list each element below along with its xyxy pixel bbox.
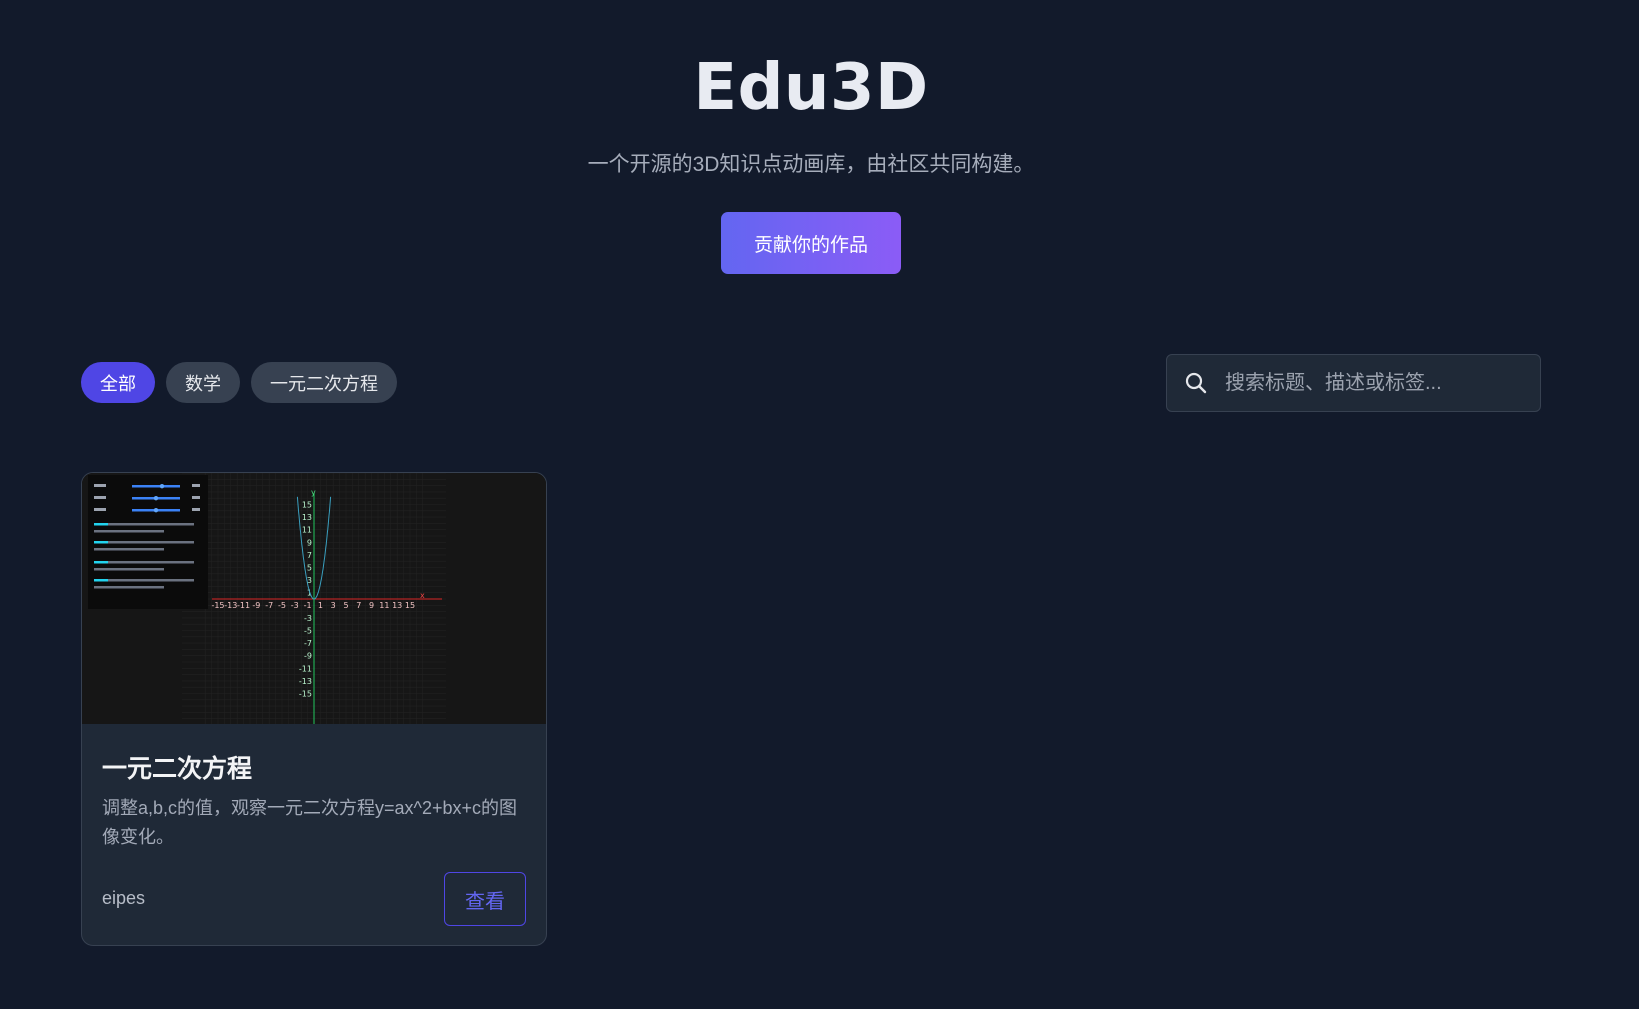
filter-chip-quadratic[interactable]: 一元二次方程 (251, 362, 397, 403)
x-tick-label: -3 (291, 601, 299, 610)
card-description: 调整a,b,c的值，观察一元二次方程y=ax^2+bx+c的图像变化。 (102, 798, 518, 847)
search-icon (1167, 355, 1225, 411)
y-tick-label: -11 (299, 664, 312, 673)
slider-label (94, 484, 106, 487)
x-tick-label: -9 (252, 601, 260, 610)
note-line (94, 586, 164, 589)
x-tick-label: -13 (224, 601, 237, 610)
animation-card: -15 -13 -11 -9 -7 -5 -3 -1 1 3 5 7 9 11 13 15 15 13 11 9 7 5 3… (81, 472, 547, 946)
y-tick-label: -15 (299, 690, 312, 699)
y-tick-label: 5 (307, 564, 312, 573)
x-tick-label: 9 (369, 601, 374, 610)
contribute-button[interactable]: 贡献你的作品 (721, 212, 901, 274)
category-filters: 全部 数学 一元二次方程 (81, 362, 397, 403)
card-author: eipes (102, 888, 146, 908)
y-tick-label: 15 (302, 501, 312, 510)
y-tick-label: -5 (304, 627, 312, 636)
x-tick-label: 11 (379, 601, 389, 610)
filter-chip-math[interactable]: 数学 (166, 362, 240, 403)
note-line (94, 579, 194, 582)
view-button[interactable]: 查看 (444, 872, 526, 926)
card-body: 一元二次方程 调整a,b,c的值，观察一元二次方程y=ax^2+bx+c的图像变… (82, 724, 546, 945)
note-highlight (94, 561, 108, 564)
parabola-plot: -15 -13 -11 -9 -7 -5 -3 -1 1 3 5 7 9 11 13 151513119753… (82, 473, 546, 724)
slider-value (192, 508, 200, 511)
note-line (94, 561, 194, 564)
y-tick-label: -3 (304, 614, 312, 623)
slider-label (94, 508, 106, 511)
card-thumbnail[interactable]: -15 -13 -11 -9 -7 -5 -3 -1 1 3 5 7 9 11 13 15 15 13 11 9 7 5 3… (82, 473, 546, 724)
slider-value (192, 496, 200, 499)
y-tick-label: -7 (304, 639, 312, 648)
slider-thumb (153, 508, 159, 513)
slider-label (94, 496, 106, 499)
control-panel (88, 475, 208, 609)
filter-chip-all[interactable]: 全部 (81, 362, 155, 403)
x-tick-label: 1 (318, 601, 323, 610)
site-subtitle: 一个开源的3D知识点动画库，由社区共同构建。 (587, 153, 1035, 176)
x-tick-label: 3 (331, 601, 336, 610)
x-tick-label: -11 (237, 601, 250, 610)
site-title: Edu3D (693, 51, 929, 125)
x-tick-label: 15 (405, 601, 415, 610)
x-tick-label: 7 (356, 601, 361, 610)
x-tick-label: 13 (392, 601, 402, 610)
card-title: 一元二次方程 (102, 754, 253, 783)
y-tick-label: 11 (302, 526, 312, 535)
slider-track (132, 485, 180, 488)
x-tick-label: -1 (304, 601, 312, 610)
x-axis-label: x (420, 591, 425, 600)
slider-thumb (159, 484, 165, 489)
slider-thumb (153, 496, 159, 501)
note-highlight (94, 579, 108, 582)
x-tick-label: -5 (278, 601, 286, 610)
note-line (94, 568, 164, 571)
note-highlight (94, 541, 108, 544)
x-tick-label: -15 (211, 601, 224, 610)
y-tick-label: 9 (307, 538, 312, 547)
y-tick-label: 13 (302, 513, 312, 522)
note-line (94, 548, 164, 551)
note-highlight (94, 523, 108, 526)
note-line (94, 530, 164, 533)
x-tick-label: 5 (343, 601, 348, 610)
y-tick-label: -13 (299, 677, 312, 686)
note-line (94, 523, 194, 526)
y-tick-label: -9 (304, 652, 312, 661)
slider-value (192, 484, 200, 487)
x-tick-label: -7 (265, 601, 273, 610)
y-tick-label: 7 (307, 551, 312, 560)
y-axis-label: y (311, 488, 316, 497)
note-line (94, 541, 194, 544)
search-box (1166, 354, 1541, 412)
search-input[interactable] (1225, 355, 1540, 411)
